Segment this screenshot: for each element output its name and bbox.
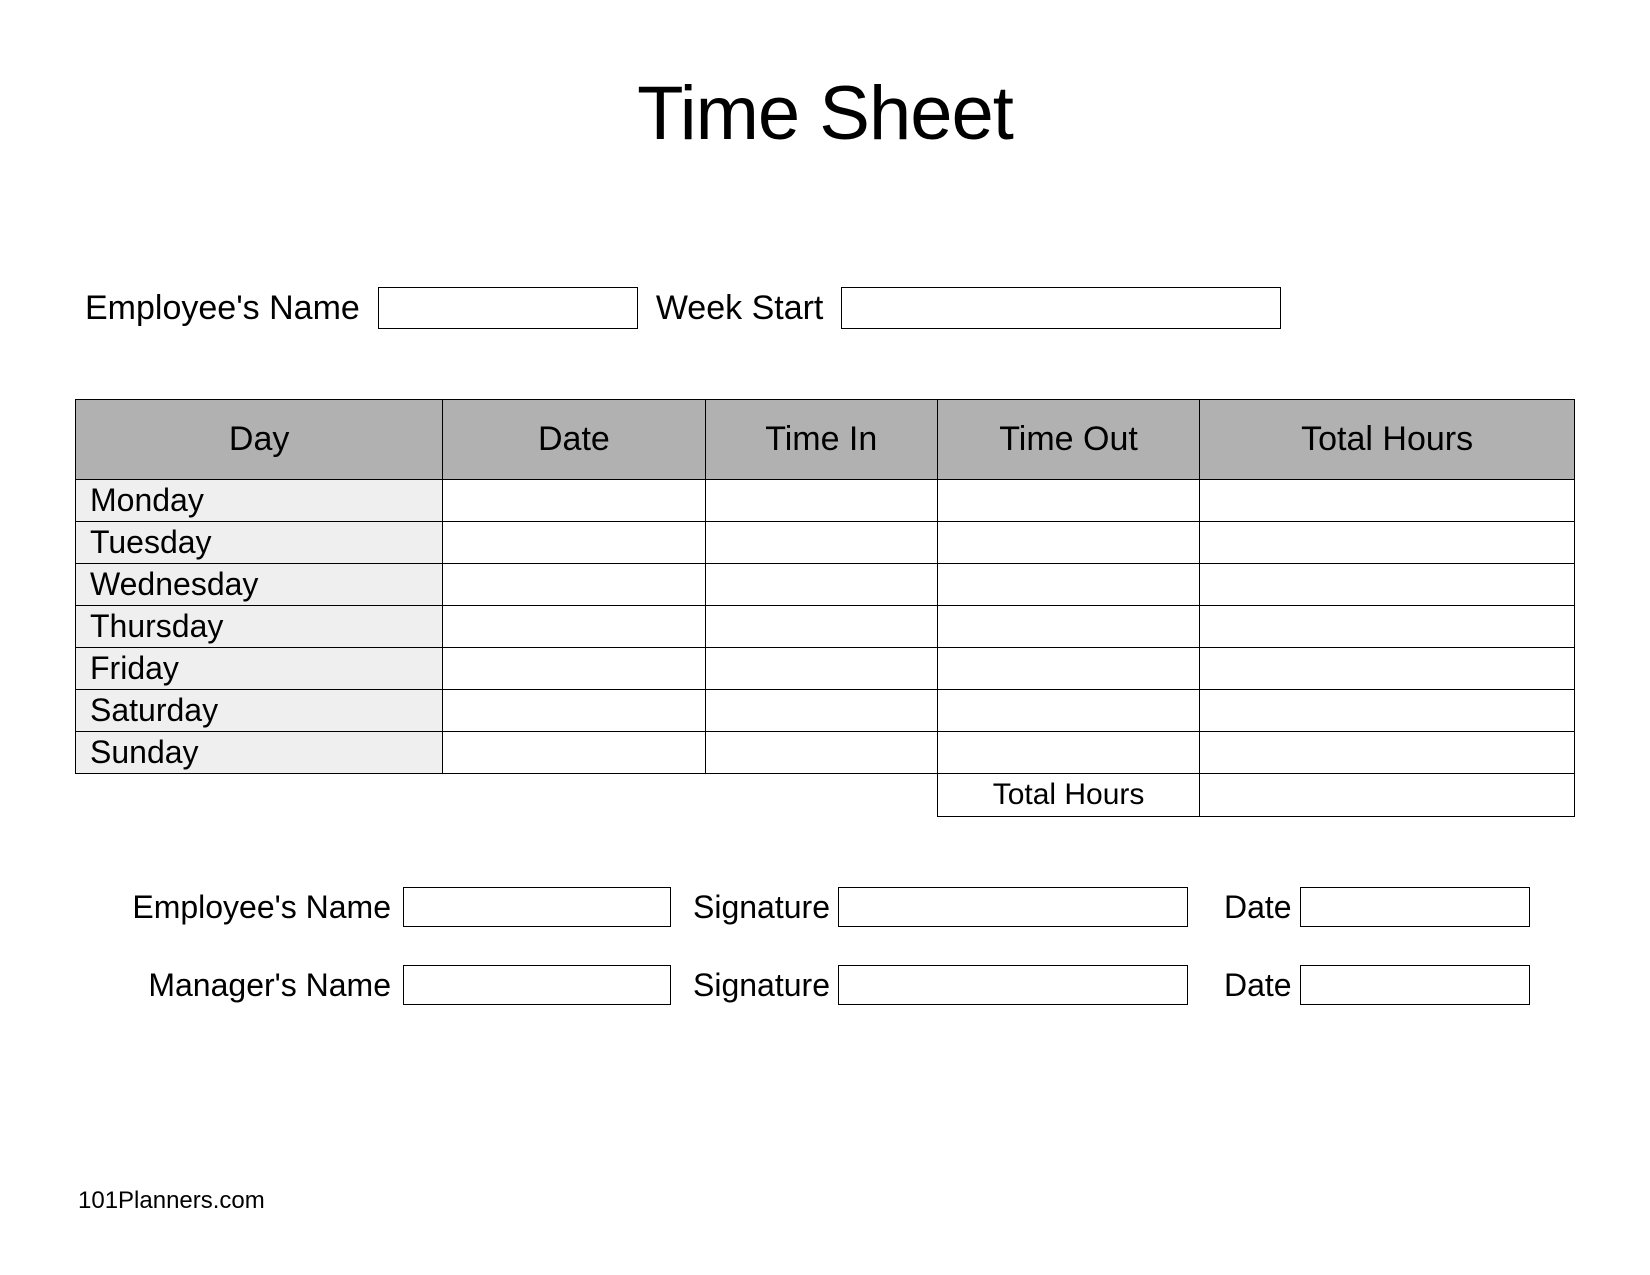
time-in-cell[interactable] [705,606,937,648]
time-out-cell[interactable] [937,480,1199,522]
employee-sig-label: Signature [679,889,830,926]
date-cell[interactable] [443,480,705,522]
time-out-cell[interactable] [937,606,1199,648]
time-out-cell[interactable] [937,690,1199,732]
time-out-cell[interactable] [937,648,1199,690]
total-cell[interactable] [1200,690,1575,732]
timesheet-table: Day Date Time In Time Out Total Hours Mo… [75,399,1575,817]
date-cell[interactable] [443,606,705,648]
th-time-out: Time Out [937,400,1199,480]
day-cell: Sunday [76,732,443,774]
employee-sig-name-label: Employee's Name [105,889,395,926]
time-in-cell[interactable] [705,690,937,732]
date-cell[interactable] [443,732,705,774]
time-in-cell[interactable] [705,480,937,522]
total-row: Total Hours [76,774,1575,817]
th-time-in: Time In [705,400,937,480]
day-cell: Wednesday [76,564,443,606]
th-date: Date [443,400,705,480]
table-row: Thursday [76,606,1575,648]
day-cell: Thursday [76,606,443,648]
header-fields: Employee's Name Week Start [75,287,1575,329]
total-cell[interactable] [1200,564,1575,606]
time-out-cell[interactable] [937,564,1199,606]
employee-sig-date-label: Date [1196,889,1292,926]
time-out-cell[interactable] [937,522,1199,564]
total-hours-label: Total Hours [937,774,1199,817]
date-cell[interactable] [443,564,705,606]
week-start-label: Week Start [656,289,824,328]
day-cell: Monday [76,480,443,522]
day-cell: Saturday [76,690,443,732]
employee-name-label: Employee's Name [85,289,360,328]
table-row: Wednesday [76,564,1575,606]
footer-attribution: 101Planners.com [78,1187,265,1215]
week-start-input[interactable] [841,287,1281,329]
employee-sig-input[interactable] [838,887,1188,927]
date-cell[interactable] [443,648,705,690]
table-row: Saturday [76,690,1575,732]
table-row: Sunday [76,732,1575,774]
th-total-hours: Total Hours [1200,400,1575,480]
total-hours-value[interactable] [1200,774,1575,817]
page-title: Time Sheet [75,70,1575,157]
manager-sig-input[interactable] [838,965,1188,1005]
employee-sig-name-input[interactable] [403,887,671,927]
date-cell[interactable] [443,690,705,732]
day-cell: Tuesday [76,522,443,564]
total-cell[interactable] [1200,648,1575,690]
manager-sig-label: Signature [679,967,830,1004]
time-out-cell[interactable] [937,732,1199,774]
table-row: Tuesday [76,522,1575,564]
employee-name-input[interactable] [378,287,638,329]
th-day: Day [76,400,443,480]
table-row: Friday [76,648,1575,690]
time-in-cell[interactable] [705,522,937,564]
manager-sig-date-label: Date [1196,967,1292,1004]
signature-block: Employee's Name Signature Date Manager's… [75,887,1575,1005]
time-in-cell[interactable] [705,564,937,606]
total-cell[interactable] [1200,732,1575,774]
date-cell[interactable] [443,522,705,564]
manager-sig-name-label: Manager's Name [105,967,395,1004]
employee-sig-date-input[interactable] [1300,887,1530,927]
total-cell[interactable] [1200,606,1575,648]
table-row: Monday [76,480,1575,522]
manager-sig-name-input[interactable] [403,965,671,1005]
total-cell[interactable] [1200,480,1575,522]
manager-signature-row: Manager's Name Signature Date [105,965,1575,1005]
time-in-cell[interactable] [705,732,937,774]
total-cell[interactable] [1200,522,1575,564]
time-in-cell[interactable] [705,648,937,690]
manager-sig-date-input[interactable] [1300,965,1530,1005]
day-cell: Friday [76,648,443,690]
employee-signature-row: Employee's Name Signature Date [105,887,1575,927]
